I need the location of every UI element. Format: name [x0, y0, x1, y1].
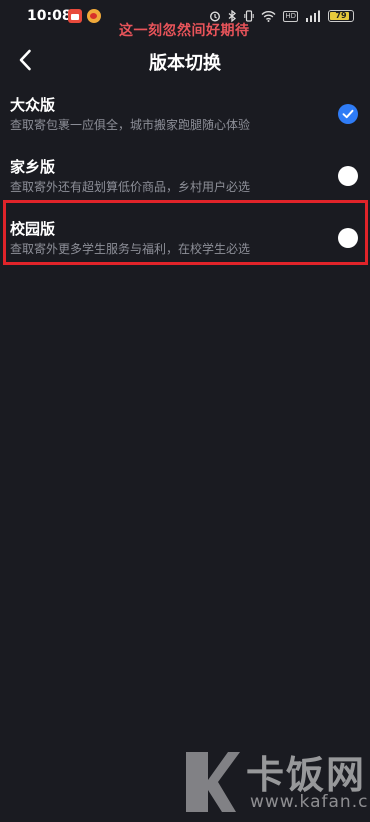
brand-url: www.kafan.cn	[250, 792, 370, 812]
calendar-app-icon	[68, 9, 82, 23]
hd-badge: HD	[283, 10, 298, 22]
brand-name: 卡饭网	[246, 753, 367, 797]
option-mass-version[interactable]: 大众版 查取寄包裹一应俱全，城市搬家跑腿随心体验	[0, 82, 370, 144]
battery-icon: 79	[328, 10, 354, 22]
kafan-logo-icon	[186, 752, 240, 812]
option-campus-version[interactable]: 校园版 查取寄外更多学生服务与福利，在校学生必选	[0, 206, 370, 268]
wifi-icon	[261, 11, 276, 22]
option-description: 查取寄外更多学生服务与福利，在校学生必选	[10, 242, 251, 256]
page-title: 版本切换	[149, 53, 221, 74]
option-title: 大众版	[10, 96, 56, 114]
radio-unselected[interactable]	[338, 166, 358, 186]
signal-icon	[306, 10, 320, 22]
brand-watermark: 卡饭网 www.kafan.cn	[178, 740, 370, 822]
battery-level: 79	[335, 11, 347, 20]
nav-bar: 版本切换	[0, 40, 370, 80]
option-hometown-version[interactable]: 家乡版 查取寄外还有超划算低价商品，乡村用户必选	[0, 144, 370, 206]
radio-selected[interactable]	[338, 104, 358, 124]
check-icon	[342, 109, 354, 119]
option-title: 校园版	[10, 220, 56, 238]
option-description: 查取寄包裹一应俱全，城市搬家跑腿随心体验	[10, 118, 251, 132]
version-options-list: 大众版 查取寄包裹一应俱全，城市搬家跑腿随心体验 家乡版 查取寄外还有超划算低价…	[0, 82, 370, 268]
option-description: 查取寄外还有超划算低价商品，乡村用户必选	[10, 180, 251, 194]
status-bar: 10:08 HD 79 这一刻忽然间好期待	[0, 0, 370, 39]
status-time: 10:08	[27, 8, 72, 24]
watermark-caption: 这一刻忽然间好期待	[119, 23, 250, 39]
weibo-app-icon	[87, 9, 101, 23]
option-title: 家乡版	[10, 158, 56, 176]
radio-unselected[interactable]	[338, 228, 358, 248]
